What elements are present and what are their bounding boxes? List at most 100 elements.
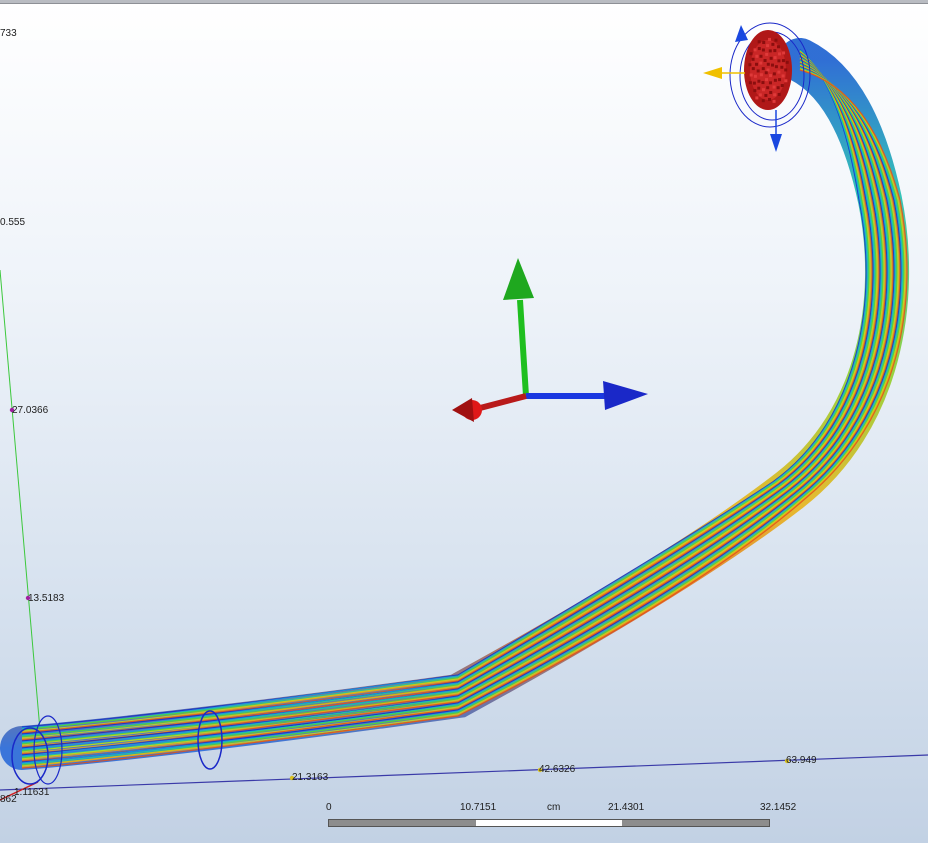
particle — [766, 44, 770, 48]
streamline — [21, 56, 882, 743]
streamline — [21, 68, 906, 767]
particle — [782, 51, 786, 55]
particle — [769, 74, 773, 78]
particle — [749, 73, 753, 77]
particle — [757, 47, 761, 51]
particle — [755, 62, 759, 66]
x-tick-label: 21.3163 — [292, 772, 329, 783]
particle — [774, 65, 778, 69]
particle — [755, 54, 759, 58]
origin-label: 862 — [0, 794, 17, 805]
particle — [753, 48, 757, 52]
particle — [777, 59, 781, 63]
streamline — [21, 68, 907, 768]
particle — [773, 56, 777, 60]
y-tick-label: 27.0366 — [12, 405, 49, 416]
streamline — [21, 56, 883, 744]
particle — [757, 40, 761, 44]
y-tick-label: 733 — [0, 28, 17, 39]
particle — [753, 74, 757, 78]
particle — [756, 69, 760, 73]
particle — [755, 96, 759, 100]
gizmo-y-arrow[interactable] — [503, 258, 534, 300]
scale-label: 10.7151 — [460, 802, 497, 813]
particle — [765, 78, 769, 82]
particle — [766, 86, 770, 90]
particle — [762, 88, 766, 92]
particle — [761, 81, 765, 85]
3d-viewport[interactable]: 733 0.555 27.0366 13.5183 21.3163 42.632… — [0, 0, 928, 843]
gizmo-z-arrow[interactable] — [603, 381, 648, 410]
particle — [773, 78, 777, 82]
streamline — [21, 67, 905, 766]
streamline — [21, 51, 871, 732]
source-y-arrow[interactable] — [770, 134, 782, 152]
particle — [780, 83, 784, 87]
streamline — [21, 52, 874, 735]
streamline — [21, 55, 880, 741]
streamline — [21, 52, 873, 734]
particle — [785, 60, 789, 64]
particle — [757, 86, 761, 90]
particle — [781, 74, 785, 78]
streamline — [21, 53, 876, 737]
streamline — [21, 54, 878, 739]
particle — [776, 86, 780, 90]
scale-segment — [622, 820, 770, 826]
particle — [768, 49, 772, 53]
particle — [748, 63, 752, 67]
streamline — [21, 57, 884, 745]
streamline — [21, 50, 869, 730]
scale-segment — [475, 820, 623, 826]
particle — [766, 62, 770, 66]
particle — [777, 92, 781, 96]
streamline — [21, 53, 875, 736]
streamline — [21, 58, 887, 748]
streamline — [21, 50, 870, 731]
particle — [761, 99, 765, 103]
particle — [757, 79, 761, 83]
scale-label: 0 — [326, 802, 332, 813]
particle — [772, 99, 776, 103]
particle — [759, 61, 763, 65]
streamline — [21, 69, 908, 769]
y-tick-label: 0.555 — [0, 217, 25, 228]
origin-label: 1.11631 — [14, 787, 50, 798]
y-axis-line — [0, 269, 41, 731]
particle — [769, 91, 773, 95]
particle — [768, 81, 772, 85]
particle — [761, 67, 765, 71]
particle — [761, 48, 765, 52]
particle — [766, 68, 770, 72]
source-x-arrow[interactable] — [703, 67, 722, 79]
scale-label: 21.4301 — [608, 802, 645, 813]
orientation-gizmo[interactable] — [452, 258, 648, 422]
particle — [784, 68, 788, 72]
streamline — [21, 60, 890, 751]
particle — [749, 52, 753, 56]
streamline — [21, 49, 867, 728]
particle — [777, 70, 781, 74]
streamline — [21, 58, 886, 747]
particle — [759, 73, 763, 77]
particle — [772, 72, 776, 76]
streamline — [21, 54, 877, 738]
scale-bar — [328, 819, 770, 827]
particle — [764, 93, 768, 97]
particle — [781, 59, 785, 63]
particle — [768, 37, 772, 41]
streamline — [21, 59, 888, 749]
scale-segment — [329, 820, 476, 826]
particle — [763, 58, 767, 62]
particle — [770, 63, 774, 67]
streamline — [21, 59, 889, 750]
particle — [753, 89, 757, 93]
streamline — [21, 67, 904, 765]
streamline — [21, 55, 881, 742]
particle — [777, 45, 781, 49]
streamline — [21, 60, 891, 752]
particle — [751, 67, 755, 71]
particle — [784, 79, 788, 83]
particle — [773, 93, 777, 97]
particle — [764, 71, 768, 75]
